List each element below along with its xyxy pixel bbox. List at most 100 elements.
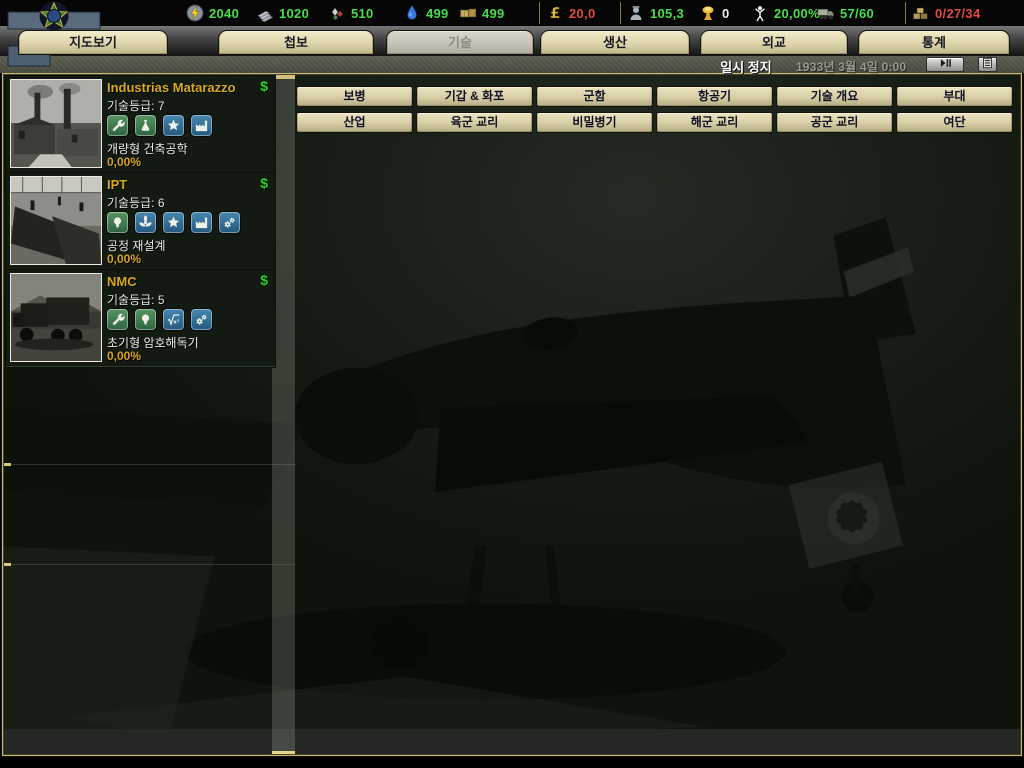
empty-research-slot-divider (4, 563, 296, 566)
dissent-readout: 20,00% (751, 4, 820, 22)
funding-indicator: $ (260, 78, 268, 94)
tab-map[interactable]: 지도보기 (18, 30, 168, 55)
convoy-icon (912, 4, 930, 22)
team-name: IPT (107, 177, 128, 192)
nuke-icon (699, 4, 717, 22)
research-progress: 0,00% (107, 155, 142, 169)
team-skill: 기술등급: 5 (107, 293, 165, 307)
transport-capacity-readout: 57/60 (817, 4, 901, 22)
research-team-slot[interactable]: Industrias Matarazzo $ 기술등급: 7 개량형 건축공학 0,00… (6, 76, 275, 173)
tech-category-button[interactable]: 해군 교리 (656, 112, 773, 133)
team-specialties (107, 212, 240, 233)
star-icon (163, 115, 184, 136)
money-icon: £ (546, 4, 564, 22)
funding-indicator: $ (260, 175, 268, 191)
tech-category-button[interactable]: 육군 교리 (416, 112, 533, 133)
tech-category-button[interactable]: 공군 교리 (776, 112, 893, 133)
oil-icon (403, 4, 421, 22)
menu-icon (981, 57, 994, 72)
manpower-icon (627, 4, 645, 22)
transport-capacity-value: 57/60 (840, 5, 875, 21)
wrench-icon (107, 115, 128, 136)
bulb-icon (107, 212, 128, 233)
game-screen: 2040 1020 510 499 499 £20,0 105,3 0 20,00% 57/60 0… (0, 0, 1024, 768)
nukes-value: 0 (722, 5, 730, 21)
money-value: 20,0 (569, 5, 596, 21)
manpower-readout: 105,3 (627, 4, 699, 22)
resource-separator (539, 2, 540, 24)
resource-bar: 2040 1020 510 499 499 £20,0 105,3 0 20,00% 57/60 0… (0, 0, 1024, 26)
nukes-readout: 0 (699, 4, 751, 22)
tech-category-button[interactable]: 여단 (896, 112, 1013, 133)
manpower-value: 105,3 (650, 5, 685, 21)
tech-category-button[interactable]: 기갑 & 화포 (416, 86, 533, 107)
resource-separator (620, 2, 621, 24)
message-log-button[interactable] (978, 57, 997, 72)
convoys-readout: 0/27/34 (912, 4, 1012, 22)
rares-icon (328, 4, 346, 22)
gears-icon (191, 309, 212, 330)
tab-statistics[interactable]: 통계 (858, 30, 1010, 55)
tech-category-button[interactable]: 비밀병기 (536, 112, 653, 133)
tech-category-row: 산업 육군 교리 비밀병기 해군 교리 공군 교리 여단 (296, 112, 1018, 133)
svg-text:x²: x² (173, 318, 180, 325)
tech-category-button[interactable]: 산업 (296, 112, 413, 133)
team-name: Industrias Matarazzo (107, 80, 236, 95)
rare-materials-value: 510 (351, 5, 374, 21)
research-team-slot[interactable]: IPT $ 기술등급: 6 공정 재설계 0,00% (6, 173, 275, 270)
funding-indicator: $ (260, 272, 268, 288)
play-pause-button[interactable] (926, 57, 964, 72)
math-icon: x² (163, 309, 184, 330)
tech-category-button[interactable]: 군함 (536, 86, 653, 107)
empty-research-slot-divider (4, 463, 296, 466)
workshop-photo (10, 176, 102, 265)
metal-value: 1020 (279, 5, 310, 21)
factory-icon (191, 115, 212, 136)
resource-separator (905, 2, 906, 24)
dissent-value: 20,00% (774, 5, 820, 21)
game-date: 1933년 3월 4일 0:00 (796, 60, 907, 74)
team-skill: 기술등급: 7 (107, 99, 165, 113)
money-readout: £20,0 (546, 4, 616, 22)
factory-icon (191, 212, 212, 233)
supplies-icon (459, 4, 477, 22)
research-progress: 0,00% (107, 349, 142, 363)
wrench-icon (107, 309, 128, 330)
gears-icon (219, 212, 240, 233)
tech-category-button[interactable]: 기술 개요 (776, 86, 893, 107)
technology-screen: Industrias Matarazzo $ 기술등급: 7 개량형 건축공학 0,00… (4, 75, 1020, 754)
resource-readouts: 2040 1020 510 499 499 £20,0 105,3 0 20,00% 57/60 0… (0, 0, 1024, 26)
research-team-slot[interactable]: NMC $ 기술등급: 5 x² 초기형 암호해독기 0,00% (6, 270, 275, 367)
energy-icon (186, 4, 204, 22)
main-nav-tabs: 지도보기 첩보 기술 생산 외교 통계 (0, 30, 1024, 56)
tab-diplomacy[interactable]: 외교 (700, 30, 848, 55)
rare-materials-readout: 510 (328, 4, 403, 22)
convoys-value: 0/27/34 (935, 5, 981, 21)
tab-production[interactable]: 생산 (540, 30, 690, 55)
team-name: NMC (107, 274, 137, 289)
supplies-value: 499 (482, 5, 505, 21)
status-bar: 일시 정지 1933년 3월 4일 0:00 (0, 56, 1024, 75)
oil-value: 499 (426, 5, 449, 21)
dissent-icon (751, 4, 769, 22)
metal-readout: 1020 (256, 4, 328, 22)
tech-category-button[interactable]: 부대 (896, 86, 1013, 107)
svg-text:£: £ (550, 4, 560, 22)
tech-category-buttons: 보병 기갑 & 화포 군함 항공기 기술 개요 부대산업 육군 교리 비밀병기 해군 교리 공군 … (296, 86, 1018, 138)
bulb-icon (135, 309, 156, 330)
tab-technology[interactable]: 기술 (386, 30, 534, 55)
flask-icon (135, 115, 156, 136)
play-pause-icon (939, 57, 952, 72)
tech-category-row: 보병 기갑 & 화포 군함 항공기 기술 개요 부대 (296, 86, 1018, 107)
tab-intelligence[interactable]: 첩보 (218, 30, 374, 55)
tech-category-button[interactable]: 보병 (296, 86, 413, 107)
tech-category-button[interactable]: 항공기 (656, 86, 773, 107)
team-skill: 기술등급: 6 (107, 196, 165, 210)
content-frame: Industrias Matarazzo $ 기술등급: 7 개량형 건축공학 0,00… (2, 73, 1022, 756)
truck-icon (817, 4, 835, 22)
propeller-icon (135, 212, 156, 233)
star-icon (163, 212, 184, 233)
team-specialties: x² (107, 309, 212, 330)
research-progress: 0,00% (107, 252, 142, 266)
energy-readout: 2040 (186, 4, 256, 22)
